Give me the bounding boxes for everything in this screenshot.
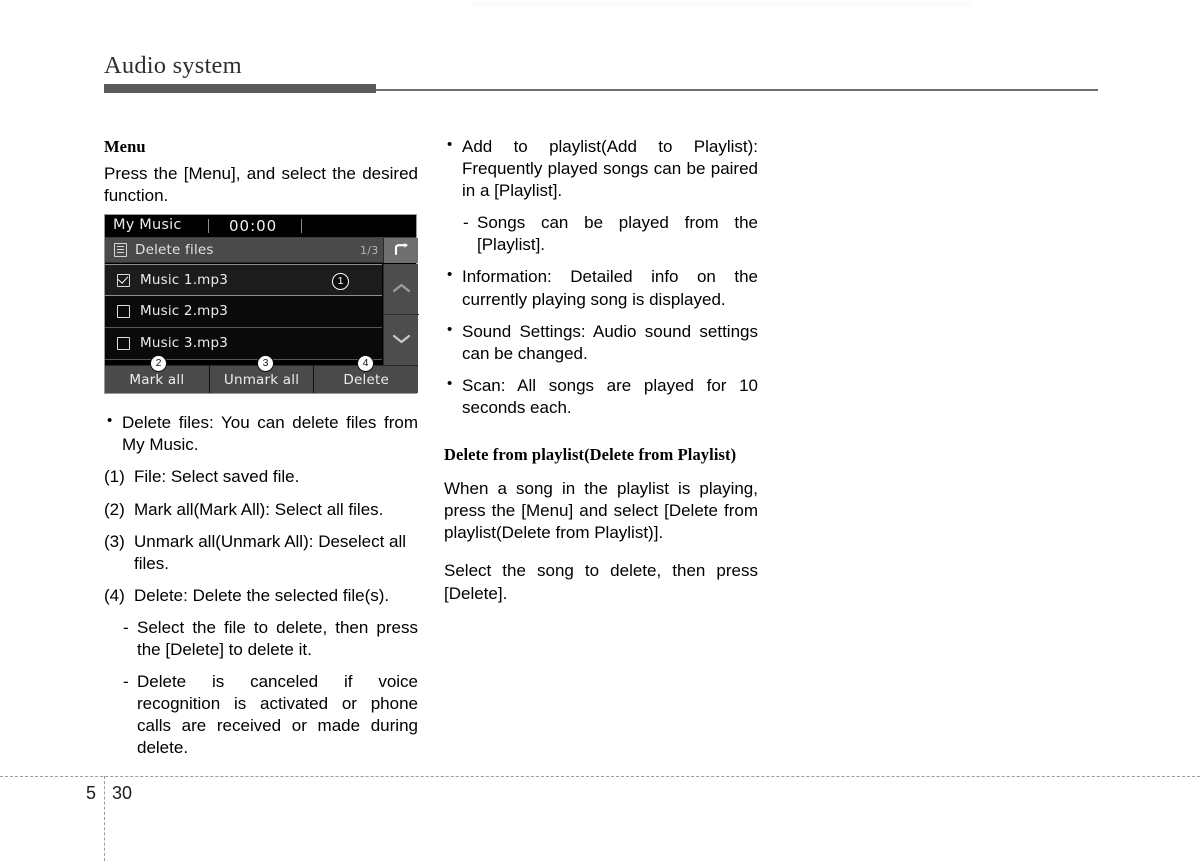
delete-from-playlist-heading: Delete from playlist(Delete from Playlis… <box>444 445 737 465</box>
callout-2: 2 <box>150 355 167 372</box>
delete-from-playlist-paragraph-1: When a song in the playlist is playing, … <box>444 479 758 543</box>
checkbox-icon[interactable] <box>117 305 130 318</box>
device-playback-time: 00:00 <box>229 217 278 235</box>
bullet-information: Information: Detailed info on the curren… <box>444 265 758 310</box>
header-rule-light <box>376 89 1098 91</box>
dash-note-2: Delete is canceled if voice recognition … <box>120 671 418 759</box>
menu-intro-text: Press the [Menu], and select the desired… <box>104 164 418 206</box>
device-title-separator-2 <box>301 219 302 233</box>
page-title: Audio system <box>104 52 242 79</box>
audio-head-unit-screenshot: My Music 00:00 Delete files 1/3 Music 1.… <box>104 214 419 394</box>
list-icon <box>114 243 127 257</box>
file-name: Music 3.mp3 <box>140 335 229 351</box>
file-list-item[interactable]: Music 3.mp3 <box>105 328 382 360</box>
back-button[interactable] <box>383 238 418 263</box>
dash-note-1: Select the file to delete, then press th… <box>120 617 418 661</box>
file-name: Music 2.mp3 <box>140 303 229 319</box>
scan-artifact <box>472 1 972 7</box>
numbered-item-4-number: (4) <box>104 585 125 605</box>
footer-horizontal-rule <box>0 776 1200 777</box>
dash-songs-from-playlist: Songs can be played from the [Playlist]. <box>460 212 758 256</box>
bullet-delete-files: Delete files: You can delete files from … <box>104 411 418 456</box>
right-column: Add to playlist(Add to Playlist): Freque… <box>444 135 758 605</box>
file-name: Music 1.mp3 <box>140 272 229 288</box>
bullet-scan: Scan: All songs are played for 10 second… <box>444 374 758 419</box>
header-rule-dark <box>104 84 376 93</box>
checkbox-icon[interactable] <box>117 337 130 350</box>
device-title-separator-1 <box>208 219 209 233</box>
chevron-up-icon <box>392 283 411 293</box>
page-header: Audio system <box>0 52 1200 98</box>
callout-3: 3 <box>257 355 274 372</box>
scroll-down-button[interactable] <box>384 315 419 366</box>
callout-1: 1 <box>332 273 349 290</box>
scroll-button-group <box>383 264 419 366</box>
numbered-item-4-text: Delete: Delete the selected file(s). <box>134 585 390 605</box>
scroll-up-button[interactable] <box>384 264 419 315</box>
device-source-label: My Music <box>113 217 182 233</box>
device-screen-title: Delete files <box>135 242 214 258</box>
numbered-item-2-text: Mark all(Mark All): Select all files. <box>134 499 384 519</box>
bullet-add-to-playlist: Add to playlist(Add to Playlist): Freque… <box>444 135 758 202</box>
checkbox-checked-icon[interactable] <box>117 274 130 287</box>
footer-page-number: 30 <box>112 783 133 803</box>
numbered-item-3-text: Unmark all(Unmark All): Deselect all fil… <box>134 531 407 573</box>
footer-vertical-rule <box>104 776 105 861</box>
numbered-item-1: (1) File: Select saved file. <box>104 466 418 488</box>
numbered-item-1-number: (1) <box>104 467 125 487</box>
bullet-sound-settings: Sound Settings: Audio sound settings can… <box>444 320 758 365</box>
numbered-item-1-text: File: Select saved file. <box>134 467 300 487</box>
numbered-item-2-number: (2) <box>104 499 125 519</box>
back-arrow-icon <box>394 242 408 256</box>
numbered-item-2: (2) Mark all(Mark All): Select all files… <box>104 499 418 521</box>
file-list-item[interactable]: Music 2.mp3 <box>105 296 382 328</box>
callout-4: 4 <box>357 355 374 372</box>
delete-from-playlist-paragraph-2: Select the song to delete, then press [D… <box>444 561 758 603</box>
device-page-indicator: 1/3 <box>360 244 379 257</box>
numbered-item-4: (4) Delete: Delete the selected file(s). <box>104 585 418 607</box>
numbered-item-3: (3) Unmark all(Unmark All): Deselect all… <box>104 531 418 575</box>
device-sub-bar: Delete files 1/3 <box>105 238 416 263</box>
menu-heading: Menu <box>104 137 146 156</box>
footer-chapter-number: 5 <box>86 783 97 803</box>
numbered-item-3-number: (3) <box>104 531 125 551</box>
device-title-bar: My Music 00:00 <box>105 215 416 238</box>
chevron-down-icon <box>392 334 411 344</box>
